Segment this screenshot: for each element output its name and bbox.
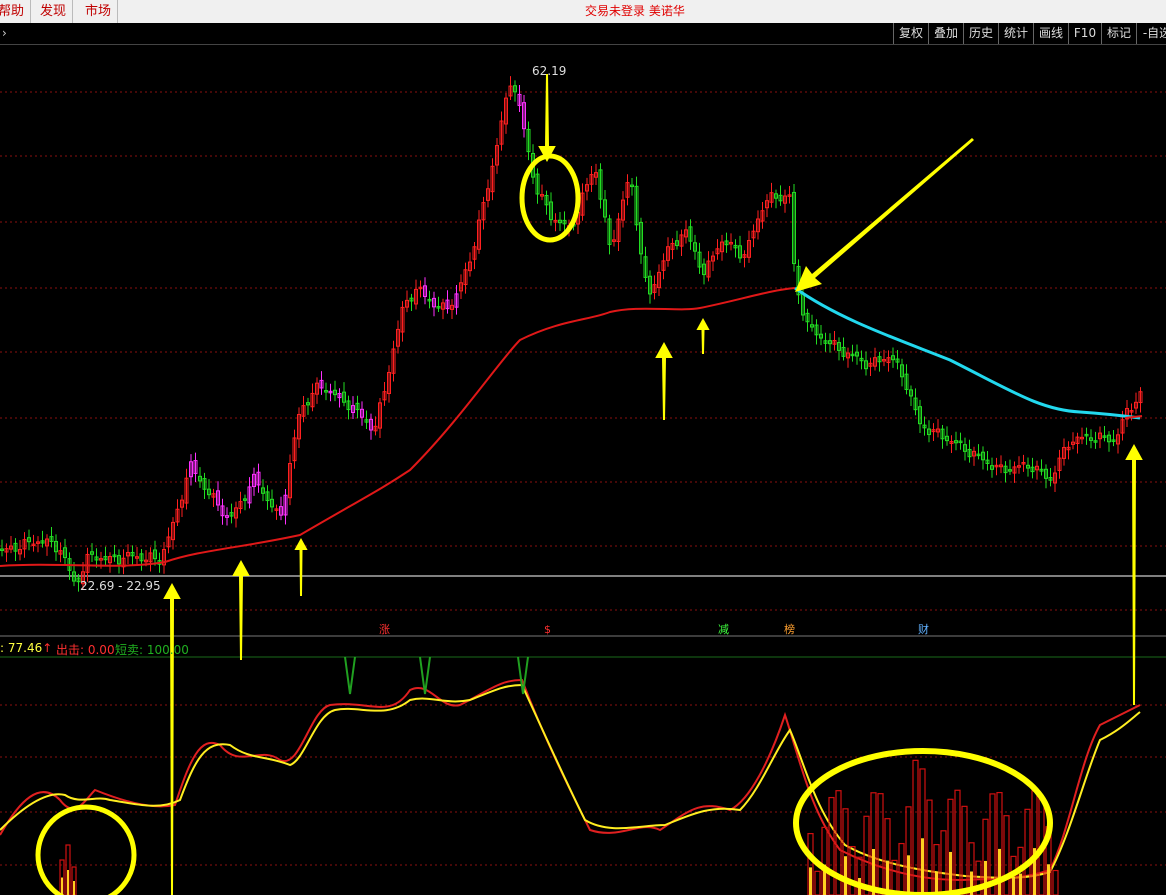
volume-bar	[898, 842, 905, 895]
volume-bar-yellow	[998, 848, 1001, 895]
menu-market[interactable]: 市场	[79, 0, 119, 23]
volume-bar-yellow	[949, 851, 952, 895]
volume-bar	[1052, 869, 1059, 895]
event-tag-cai[interactable]: 财	[917, 624, 930, 636]
event-tag-dollar[interactable]: $	[543, 624, 552, 636]
volume-bar	[849, 845, 856, 895]
event-tag-bang[interactable]: 榜	[783, 624, 796, 636]
volume-bar	[1003, 815, 1010, 895]
annotation-arrow	[163, 583, 181, 895]
volume-bar-yellow	[67, 870, 69, 895]
range-label: 22.69 - 22.95	[80, 579, 161, 593]
duanmai-label: 短卖: 100.00	[115, 643, 189, 657]
annotation-arrow	[795, 138, 974, 292]
annotation-arrow	[538, 74, 556, 162]
volume-bar-yellow	[1047, 864, 1050, 895]
volume-bar	[877, 793, 884, 895]
arrow-up-icon: ↑	[42, 641, 53, 655]
volume-bar-yellow	[1012, 877, 1015, 895]
menu-bar: 帮助 发现 市场 交易未登录 美诺华	[0, 0, 1166, 24]
f10-button[interactable]: F10	[1068, 23, 1101, 44]
indicator-value-label: : 77.46↑	[0, 641, 52, 655]
volume-bar-yellow	[61, 877, 63, 895]
indicator-v-mark	[517, 656, 529, 695]
chart-toolbar: › 复权 叠加 历史 统计 画线 F10 标记 -自选	[0, 23, 1166, 45]
annotation-arrow	[294, 538, 308, 596]
history-button[interactable]: 历史	[963, 23, 998, 44]
kline-chart	[0, 74, 1166, 895]
overlay-button[interactable]: 叠加	[928, 23, 963, 44]
annotation-arrow	[1125, 444, 1143, 705]
chuji-label: 出击: 0.00	[56, 643, 115, 657]
chevron-right-icon[interactable]: ›	[2, 23, 7, 44]
volume-bar	[891, 859, 898, 895]
event-tag-zhang[interactable]: 涨	[378, 624, 391, 636]
volume-bar	[926, 799, 933, 895]
indicator-value: 77.46	[7, 641, 43, 655]
volume-bar	[1024, 808, 1031, 895]
annotation-arrow	[696, 318, 710, 354]
annotation-arrow	[232, 560, 250, 660]
volume-bar-yellow	[907, 855, 910, 895]
volume-bar-yellow	[809, 867, 812, 895]
annotation-circle	[519, 153, 581, 243]
candlestick-series	[0, 76, 1143, 592]
volume-bar-yellow	[1019, 873, 1022, 895]
volume-bar-yellow	[921, 838, 924, 895]
menu-help[interactable]: 帮助	[0, 0, 32, 23]
volume-bar-yellow	[844, 856, 847, 895]
stats-button[interactable]: 统计	[998, 23, 1033, 44]
annotation-arrow	[655, 342, 673, 420]
annotation-circle	[35, 804, 137, 895]
mark-button[interactable]: 标记	[1101, 23, 1136, 44]
stock-chart-area[interactable]: 62.19 22.69 - 22.95 涨 $ 减 榜 财 : 77.46↑ 出…	[0, 44, 1166, 895]
annotation-marks	[35, 74, 1143, 895]
fuquan-button[interactable]: 复权	[893, 23, 928, 44]
event-tag-jian[interactable]: 减	[717, 624, 730, 636]
volume-bar	[814, 870, 821, 895]
draw-line-button[interactable]: 画线	[1033, 23, 1068, 44]
status-title: 交易未登录 美诺华	[585, 4, 685, 18]
volume-bar-yellow	[73, 881, 75, 895]
volume-bar-yellow	[984, 860, 987, 895]
indicator-v-mark	[344, 656, 356, 695]
menu-discover[interactable]: 发现	[34, 0, 74, 23]
volume-bar	[961, 805, 968, 895]
indicator-name: :	[0, 641, 5, 655]
watchlist-button[interactable]: -自选	[1136, 23, 1166, 44]
volume-bar	[940, 830, 947, 895]
high-price-label: 62.19	[532, 64, 567, 78]
